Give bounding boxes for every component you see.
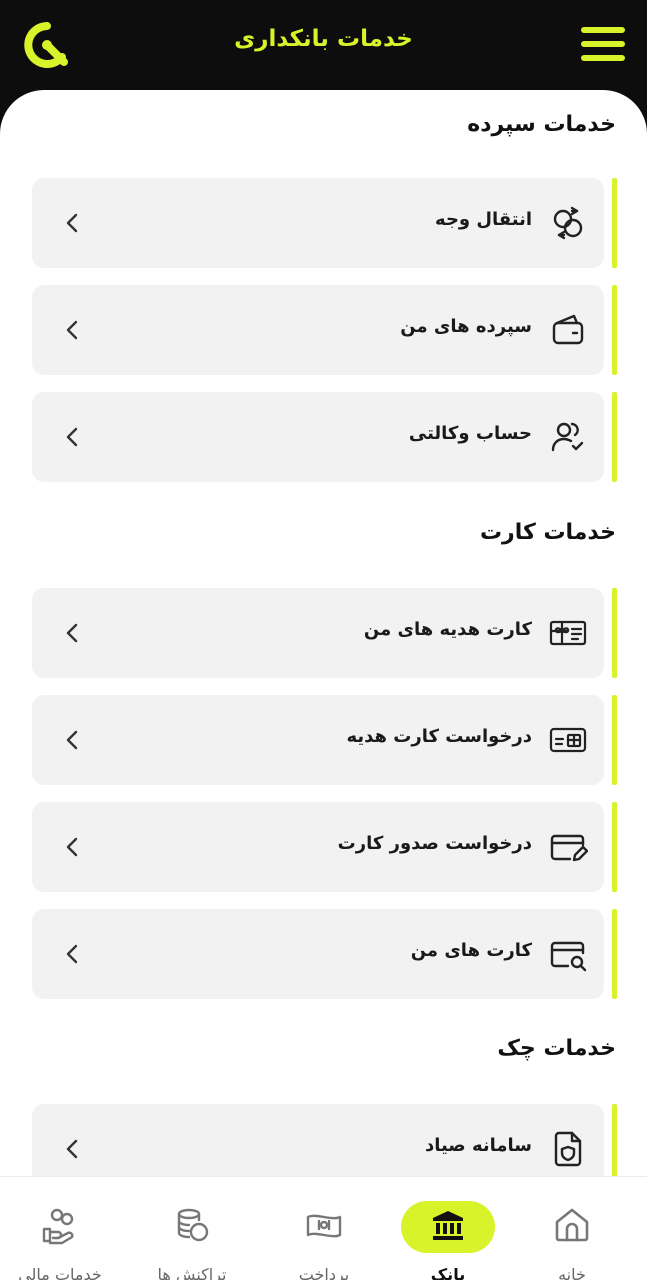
nav-label: خدمات مالی (18, 1265, 102, 1280)
row-request-gift-card[interactable]: درخواست کارت هدیه (32, 695, 604, 785)
row-request-card-issue[interactable]: درخواست صدور کارت (32, 802, 604, 892)
document-shield-icon (548, 1129, 588, 1169)
row-label: درخواست صدور کارت (337, 833, 532, 854)
chevron-left-icon (62, 1134, 82, 1164)
row-accent-bar (612, 802, 617, 892)
row-label: سپرده های من (400, 316, 532, 337)
nav-label: تراکنش ها (157, 1265, 227, 1280)
row-accent-bar (612, 285, 617, 375)
nav-label: پرداخت (298, 1265, 350, 1280)
row-my-gift-cards[interactable]: کارت هدیه های من (32, 588, 604, 678)
hand-coins-icon (40, 1205, 80, 1245)
nav-transactions[interactable]: تراکنش ها (132, 1177, 252, 1280)
card-search-icon (548, 934, 588, 974)
gift-card-icon (548, 613, 588, 653)
row-power-of-attorney[interactable]: حساب وکالتی (32, 392, 604, 482)
hamburger-bar (581, 55, 625, 61)
chevron-left-icon (62, 208, 82, 238)
nav-payment[interactable]: پرداخت (264, 1177, 384, 1280)
card-gift-icon (548, 720, 588, 760)
page-title: خدمات بانکداری (234, 26, 413, 52)
nav-bank[interactable]: بانک (388, 1177, 508, 1280)
section-title-cheque: خدمات چک (497, 1036, 616, 1061)
coins-icon (172, 1205, 212, 1245)
row-my-deposits[interactable]: سپرده های من (32, 285, 604, 375)
bank-icon (428, 1205, 468, 1245)
nav-home[interactable]: خانه (512, 1177, 632, 1280)
home-icon (552, 1205, 592, 1245)
nav-label: بانک (430, 1265, 466, 1280)
row-accent-bar (612, 588, 617, 678)
section-title-deposit: خدمات سپرده (467, 112, 616, 137)
transfer-icon (548, 203, 588, 243)
bottom-navigation: خدمات مالی تراکنش ها پرداخت بانک خانه (0, 1176, 647, 1280)
row-label: کارت هدیه های من (363, 619, 532, 640)
chevron-left-icon (62, 832, 82, 862)
nav-financial-services[interactable]: خدمات مالی (0, 1177, 120, 1280)
main-content: خدمات سپرده انتقال وجه سپرده های من حساب… (0, 90, 647, 1190)
row-accent-bar (612, 178, 617, 268)
chevron-left-icon (62, 315, 82, 345)
section-title-card: خدمات کارت (479, 520, 616, 545)
wallet-icon (548, 310, 588, 350)
card-edit-icon (548, 827, 589, 867)
hamburger-bar (581, 41, 625, 47)
users-check-icon (548, 417, 588, 457)
row-accent-bar (612, 909, 617, 999)
row-label: انتقال وجه (435, 209, 532, 230)
chevron-left-icon (62, 618, 82, 648)
row-accent-bar (612, 392, 617, 482)
top-bar: خدمات بانکداری (0, 0, 647, 100)
row-accent-bar (612, 695, 617, 785)
chevron-left-icon (62, 422, 82, 452)
chevron-left-icon (62, 939, 82, 969)
money-icon (304, 1205, 344, 1245)
menu-button[interactable] (581, 27, 625, 61)
hamburger-icon (581, 27, 625, 33)
row-transfer[interactable]: انتقال وجه (32, 178, 604, 268)
row-label: سامانه صیاد (424, 1135, 532, 1156)
row-my-cards[interactable]: کارت های من (32, 909, 604, 999)
chevron-left-icon (62, 725, 82, 755)
row-label: حساب وکالتی (408, 423, 532, 444)
row-label: کارت های من (410, 940, 532, 961)
row-label: درخواست کارت هدیه (346, 726, 532, 747)
nav-label: خانه (558, 1265, 586, 1280)
